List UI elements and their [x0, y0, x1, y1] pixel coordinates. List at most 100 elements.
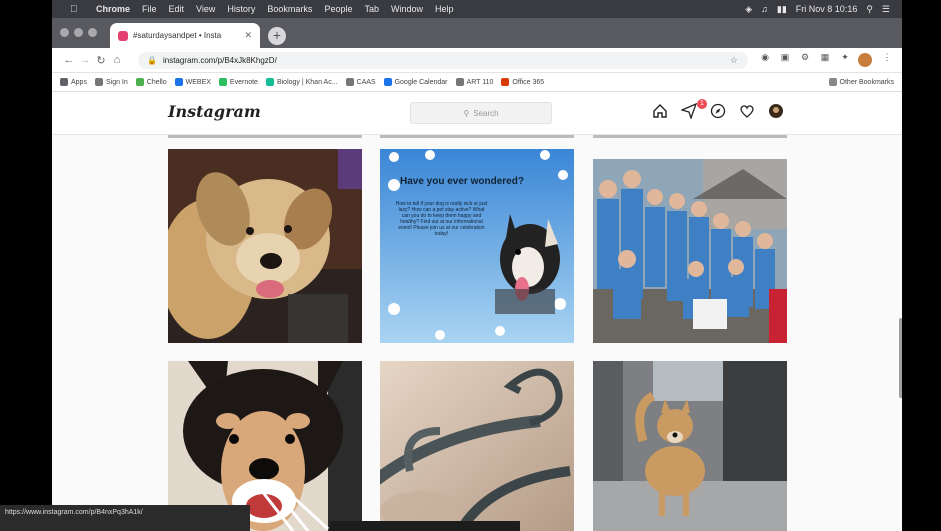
bookmark-label: Apps	[71, 78, 87, 86]
bookmark-item[interactable]: Chello	[135, 78, 167, 86]
search-icon: ⚲	[463, 108, 470, 118]
instagram-logo[interactable]: Instagram	[168, 102, 261, 121]
post-shiba-dog[interactable]	[593, 361, 787, 531]
explore-compass-icon[interactable]	[710, 103, 726, 119]
post-fishing-hook[interactable]	[380, 361, 574, 531]
tab-title: #saturdaysandpet • Insta	[133, 31, 222, 40]
extension-icon-3[interactable]: ⚙	[798, 52, 812, 63]
fishing-hook-image	[380, 361, 574, 531]
post-golden-dog[interactable]	[168, 149, 362, 343]
shiba-dog-image	[593, 361, 787, 531]
wifi-icon[interactable]: ◈	[745, 4, 752, 15]
post-have-you-ever-wondered[interactable]: Have you ever wondered? How to tell if y…	[380, 149, 574, 343]
dock-edge	[330, 521, 520, 531]
menu-tab[interactable]: Tab	[364, 4, 379, 14]
new-tab-button[interactable]: +	[268, 27, 286, 45]
bookmark-item[interactable]: Biology | Khan Ac...	[265, 78, 338, 86]
extension-icon-2[interactable]: ▣	[778, 52, 792, 63]
home-icon[interactable]	[652, 103, 668, 119]
bookmark-item[interactable]: WEBEX	[174, 78, 211, 86]
menu-clock[interactable]: Fri Nov 8 10:16	[796, 4, 858, 14]
address-bar[interactable]: 🔒 instagram.com/p/B4xJk8KhgzD/ ☆	[138, 52, 748, 69]
page-scrollbar[interactable]	[899, 318, 902, 398]
tab-instagram[interactable]: #saturdaysandpet • Insta ✕	[110, 23, 260, 48]
card-body-text: How to tell if your dog is really sick o…	[395, 201, 488, 237]
profile-avatar[interactable]	[858, 53, 872, 67]
bookmark-favicon-icon	[501, 78, 510, 86]
chrome-menu-icon[interactable]: ⋮	[880, 52, 894, 63]
heart-icon[interactable]	[739, 103, 755, 119]
forward-arrow-icon[interactable]: →	[78, 54, 92, 66]
extension-icon-5[interactable]: ✦	[838, 52, 852, 63]
bookmark-label: Evernote	[229, 78, 258, 86]
bookmark-item[interactable]: ART 110	[455, 78, 494, 86]
tab-strip: #saturdaysandpet • Insta ✕ +	[52, 18, 902, 48]
bookmark-item[interactable]: Evernote	[218, 78, 258, 86]
window-controls	[60, 28, 97, 37]
volume-icon[interactable]: ♫	[761, 4, 768, 14]
address-url[interactable]: instagram.com/p/B4xJk8KhgzD/	[163, 56, 277, 65]
minimize-window-button[interactable]	[74, 28, 83, 37]
direct-messages-button[interactable]: 1	[681, 99, 707, 119]
bookmark-item[interactable]: CAAS	[345, 78, 376, 86]
battery-icon[interactable]: ▮▮	[777, 4, 787, 15]
lock-icon[interactable]: 🔒	[147, 56, 157, 65]
home-icon[interactable]: ⌂	[110, 54, 124, 66]
bookmark-label: Sign In	[105, 78, 128, 86]
menu-help[interactable]: Help	[435, 4, 454, 14]
bookmark-star-icon[interactable]: ☆	[730, 55, 738, 66]
bookmark-item[interactable]: Office 365	[501, 78, 544, 86]
bookmark-item[interactable]: Sign In	[94, 78, 128, 86]
other-bookmarks-folder[interactable]: Other Bookmarks	[828, 78, 894, 86]
bookmark-label: Google Calendar	[394, 78, 448, 86]
previous-row-edge	[593, 135, 787, 138]
post-vet-team[interactable]	[593, 159, 787, 343]
menu-edit[interactable]: Edit	[169, 4, 185, 14]
instagram-header: Instagram ⚲ Search 1	[52, 92, 902, 135]
bookmark-favicon-icon	[60, 78, 68, 86]
bookmarks-bar: Apps Sign In Chello WEBEX Evernote Biology | …	[52, 73, 902, 92]
bookmark-label: ART 110	[466, 78, 494, 86]
bookmark-favicon-icon	[218, 78, 227, 86]
menu-app-name[interactable]: Chrome	[96, 4, 130, 14]
apple-icon[interactable]: 	[70, 4, 84, 15]
bookmark-item[interactable]: Google Calendar	[383, 78, 448, 86]
bookmark-favicon-icon	[345, 78, 354, 86]
back-arrow-icon[interactable]: ←	[62, 54, 76, 66]
close-tab-icon[interactable]: ✕	[244, 30, 252, 41]
bookmark-favicon-icon	[383, 78, 392, 86]
dm-badge: 1	[697, 99, 707, 109]
reload-icon[interactable]: ↻	[94, 54, 108, 67]
extension-icon-1[interactable]: ◉	[758, 52, 772, 63]
browser-toolbar: ← → ↻ ⌂ 🔒 instagram.com/p/B4xJk8KhgzD/ ☆…	[52, 48, 902, 73]
bookmark-label: CAAS	[356, 78, 376, 86]
link-hover-status: https://www.instagram.com/p/B4nxPq3hA1k/	[0, 505, 250, 531]
bookmark-label: Office 365	[512, 78, 545, 86]
menu-people[interactable]: People	[324, 4, 352, 14]
folder-icon	[828, 78, 837, 86]
profile-avatar-icon[interactable]	[768, 103, 784, 119]
zoom-window-button[interactable]	[88, 28, 97, 37]
close-window-button[interactable]	[60, 28, 69, 37]
bookmark-favicon-icon	[94, 78, 103, 86]
status-link-text: https://www.instagram.com/p/B4nxPq3hA1k/	[5, 509, 143, 516]
bookmark-favicon-icon	[455, 78, 464, 86]
bookmark-favicon-icon	[135, 78, 144, 86]
spotlight-icon[interactable]: ⚲	[866, 4, 873, 15]
menu-history[interactable]: History	[227, 4, 255, 14]
menu-view[interactable]: View	[196, 4, 215, 14]
browser-screen:  Chrome File Edit View History Bookmark…	[52, 0, 902, 531]
instagram-search-input[interactable]: ⚲ Search	[410, 102, 552, 124]
card-title: Have you ever wondered?	[400, 176, 524, 187]
bookmark-favicon-icon	[265, 78, 274, 86]
menu-status-area: ◈ ♫ ▮▮ Fri Nov 8 10:16 ⚲ ☰	[745, 4, 890, 15]
control-center-icon[interactable]: ☰	[882, 4, 890, 15]
bookmark-label: Chello	[146, 78, 167, 86]
menu-bookmarks[interactable]: Bookmarks	[267, 4, 312, 14]
instagram-favicon-icon	[118, 30, 128, 41]
bookmark-item[interactable]: Apps	[60, 78, 87, 86]
extension-icon-4[interactable]: ▦	[818, 52, 832, 63]
menu-window[interactable]: Window	[391, 4, 423, 14]
menu-file[interactable]: File	[142, 4, 157, 14]
search-placeholder: Search	[473, 108, 499, 118]
